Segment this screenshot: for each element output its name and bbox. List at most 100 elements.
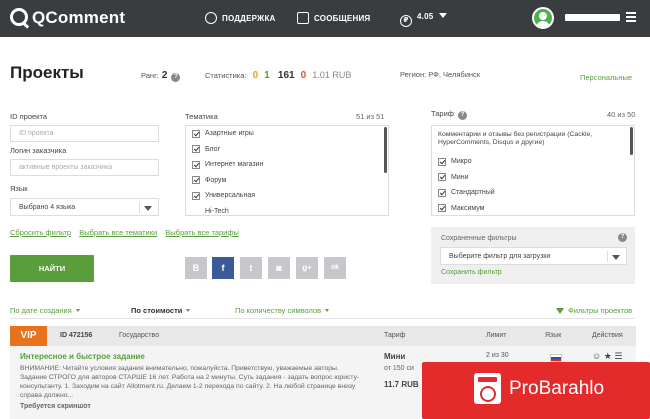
topic-label: Интернет магазин	[205, 161, 264, 169]
help-icon[interactable]: ?	[457, 111, 467, 120]
task-title[interactable]: Интересное и быстрое задание	[20, 352, 145, 361]
saved-filter-select[interactable]: Выберите фильтр для загрузки	[440, 247, 627, 265]
reset-filter-link[interactable]: Сбросить фильтр	[10, 228, 71, 237]
project-id: ID 472156	[60, 332, 93, 339]
checkbox[interactable]	[438, 157, 446, 166]
tariff-option: Стандартный	[451, 189, 495, 197]
list-item[interactable]: Мини	[432, 170, 634, 186]
stat-green[interactable]: 1	[264, 70, 270, 81]
google-plus-icon[interactable]: g+	[296, 257, 318, 279]
tariff-group-header: Комментарии и отзывы без регистрации (Ca…	[438, 131, 593, 146]
twitter-icon[interactable]: t	[240, 257, 262, 279]
chevron-down-icon	[612, 255, 620, 260]
promo-banner[interactable]: ProBarahlo	[422, 362, 650, 419]
tariff-count: 40 из 50	[607, 110, 636, 119]
chevron-down-icon	[75, 309, 80, 312]
customer-login-input[interactable]: активные проекты заказчика	[10, 159, 159, 176]
tariff-list[interactable]: Комментарии и отзывы без регистрации (Ca…	[431, 125, 635, 216]
chevron-down-icon	[186, 309, 191, 312]
select-divider	[139, 202, 140, 213]
topic-label: Блог	[205, 145, 221, 153]
sort-by-cost[interactable]: По стоимости	[131, 306, 191, 315]
checkbox[interactable]	[192, 129, 200, 138]
balance: 1.01 RUB	[312, 70, 352, 80]
topic-label: Форум	[205, 176, 227, 184]
logo-icon	[10, 8, 28, 26]
checkbox[interactable]	[192, 176, 200, 185]
checkbox[interactable]	[438, 188, 446, 197]
odnoklassniki-icon[interactable]: ok	[324, 257, 346, 279]
stats-label: Статистика:	[205, 71, 247, 80]
tariff-label: Тариф?	[431, 109, 467, 120]
list-item[interactable]: Максимум	[432, 201, 634, 216]
select-all-tariffs-link[interactable]: Выбрать все тарифы	[165, 228, 239, 237]
facebook-icon[interactable]: f	[212, 257, 234, 279]
rank-value: 2	[161, 70, 168, 81]
russia-flag-icon	[550, 354, 562, 362]
checkbox[interactable]	[438, 204, 446, 213]
language-label: Язык	[10, 184, 28, 193]
personal-link[interactable]: Персональные	[580, 73, 632, 82]
coin-icon: ₽	[400, 15, 412, 27]
stat-orange[interactable]: 0	[253, 70, 259, 81]
menu-icon[interactable]	[626, 12, 636, 22]
project-filters-link[interactable]: Фильтры проектов	[556, 306, 632, 315]
customer-login-label: Логин заказчика	[10, 146, 67, 155]
list-item[interactable]: Азартные игры	[186, 126, 388, 142]
list-item[interactable]: Форум	[186, 173, 388, 189]
rank-label: Ранг:	[141, 71, 159, 80]
list-item[interactable]: Стандартный	[432, 185, 634, 201]
list-item[interactable]: Микро	[432, 154, 634, 170]
logo[interactable]: QComment	[10, 8, 125, 28]
vk-icon[interactable]: В	[185, 257, 207, 279]
checkbox[interactable]	[192, 191, 200, 200]
sort-by-symbols[interactable]: По количеству символов	[235, 306, 330, 315]
help-icon[interactable]: ?	[618, 233, 627, 242]
instagram-icon[interactable]: ◙	[268, 257, 290, 279]
col-actions: Действия	[592, 332, 623, 339]
list-item[interactable]: Универсальная	[186, 188, 388, 204]
help-icon[interactable]: ?	[171, 73, 181, 82]
stat-red[interactable]: 0	[301, 70, 307, 81]
list-item[interactable]: Hi-Tech	[186, 204, 388, 216]
support-link[interactable]: ПОДДЕРЖКА	[205, 12, 276, 24]
checkbox[interactable]	[192, 160, 200, 169]
task-tariff: Мини	[384, 352, 406, 361]
scrollbar[interactable]	[384, 127, 387, 173]
task-actions: ☺ ★ ☰	[592, 351, 622, 362]
language-value: Выбрано 4 языка	[19, 204, 76, 211]
tariff-label-text: Тариф	[431, 109, 454, 118]
star-icon[interactable]: ★	[604, 351, 612, 361]
sort-by-symbols-label: По количеству символов	[235, 306, 322, 315]
smile-icon[interactable]: ☺	[592, 351, 601, 361]
select-all-topics-link[interactable]: Выбрать все тематики	[79, 228, 157, 237]
tariff-option: Максимум	[451, 204, 485, 212]
topics-list[interactable]: Азартные игры Блог Интернет магазин Фору…	[185, 125, 389, 216]
sort-by-date[interactable]: По дате создания	[10, 306, 80, 315]
scrollbar[interactable]	[630, 127, 633, 155]
language-select[interactable]: Выбрано 4 языка	[10, 198, 159, 216]
top-bar: QComment ПОДДЕРЖКА СООБЩЕНИЯ ₽4.05	[0, 0, 650, 37]
list-icon[interactable]: ☰	[614, 351, 622, 361]
avatar[interactable]	[532, 7, 554, 29]
messages-link[interactable]: СООБЩЕНИЯ	[297, 12, 370, 24]
col-limit: Лимит	[486, 332, 507, 339]
version-menu[interactable]: ₽4.05	[400, 12, 448, 27]
col-language: Язык	[545, 332, 562, 339]
find-button[interactable]: НАЙТИ	[10, 255, 94, 282]
checkbox[interactable]	[438, 173, 446, 182]
stat-total[interactable]: 161	[278, 70, 295, 81]
username-redacted[interactable]	[565, 14, 620, 21]
version-label: 4.05	[417, 12, 434, 21]
region: Регион: РФ, Челябинск	[400, 70, 481, 79]
topic-label: Азартные игры	[205, 130, 254, 138]
sort-by-date-label: По дате создания	[10, 306, 72, 315]
save-filter-link[interactable]: Сохранить фильтр	[441, 269, 502, 276]
logo-text: QComment	[32, 8, 126, 27]
probarahlo-logo-icon	[474, 373, 501, 404]
list-item[interactable]: Интернет магазин	[186, 157, 388, 173]
list-item[interactable]: Блог	[186, 142, 388, 158]
table-header: VIP ID 472156 Государство Тариф Лимит Яз…	[10, 326, 636, 346]
project-id-input[interactable]: ID проекта	[10, 125, 159, 142]
checkbox[interactable]	[192, 145, 200, 154]
